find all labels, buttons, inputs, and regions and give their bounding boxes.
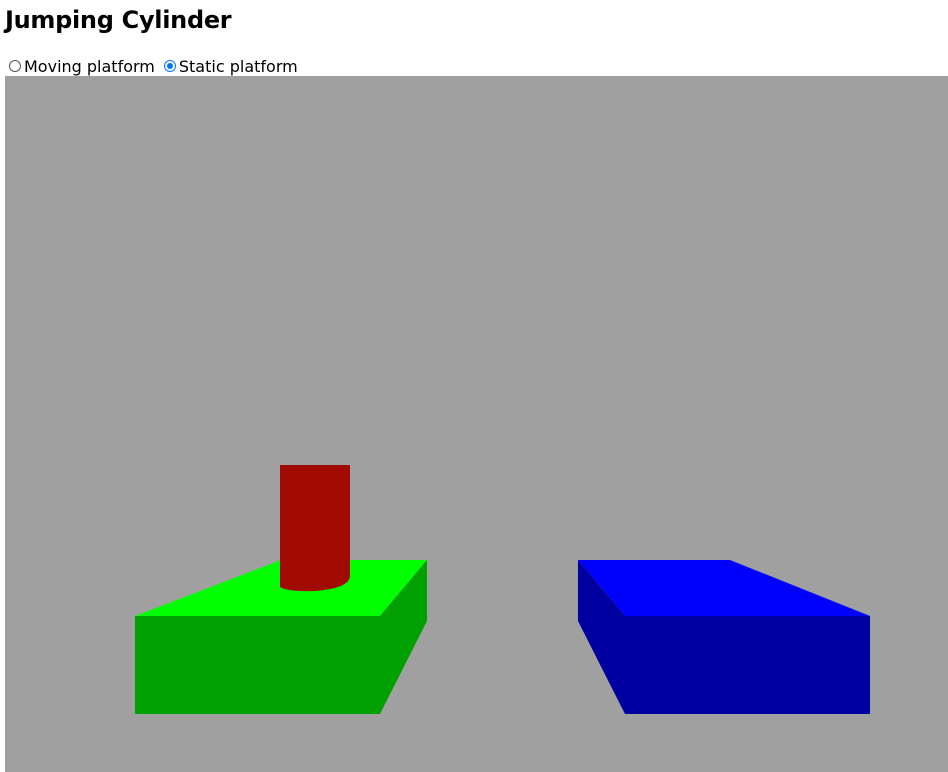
scene-svg bbox=[135, 465, 870, 714]
blue-platform bbox=[578, 560, 870, 714]
scene-canvas[interactable] bbox=[5, 76, 948, 772]
blue-platform-front bbox=[625, 616, 870, 714]
static-platform-radio[interactable] bbox=[163, 60, 176, 72]
blue-platform-top bbox=[578, 560, 870, 616]
page-title: Jumping Cylinder bbox=[5, 6, 232, 34]
red-cylinder bbox=[280, 465, 350, 592]
platform-mode-selector: Moving platform Static platform bbox=[9, 56, 307, 76]
moving-platform-radio[interactable] bbox=[9, 60, 21, 72]
static-platform-option[interactable]: Static platform bbox=[163, 57, 298, 76]
moving-platform-label[interactable]: Moving platform bbox=[24, 57, 155, 76]
red-cylinder-body bbox=[280, 465, 350, 592]
moving-platform-option[interactable]: Moving platform bbox=[9, 57, 155, 76]
green-platform-front bbox=[135, 616, 380, 714]
static-platform-label[interactable]: Static platform bbox=[179, 57, 298, 76]
